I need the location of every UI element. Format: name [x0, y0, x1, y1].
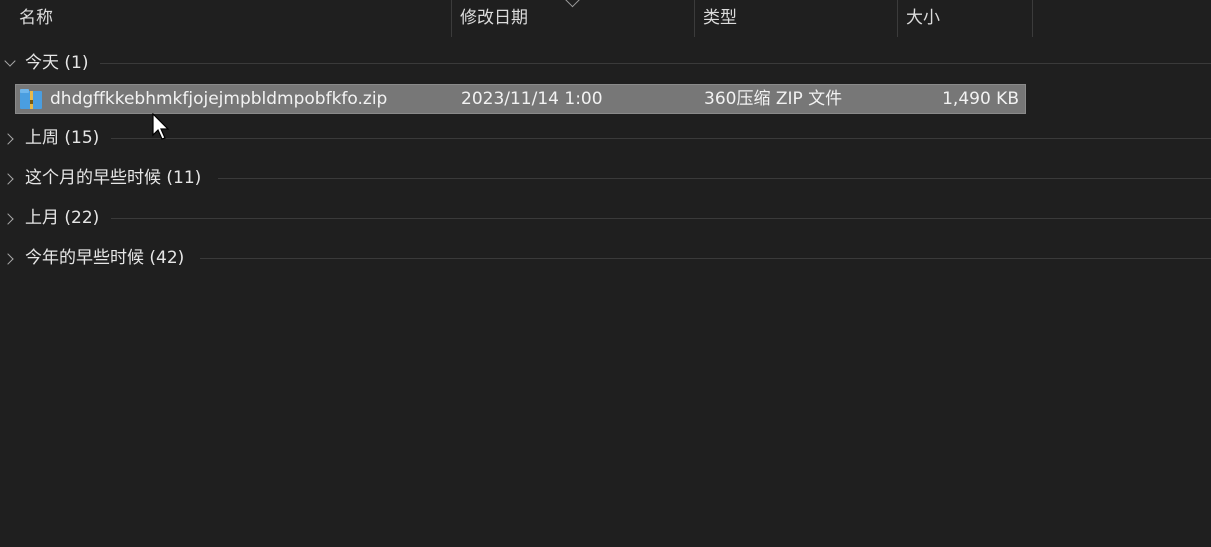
chevron-right-icon[interactable]	[2, 173, 14, 185]
group-label: 这个月的早些时候 (11)	[25, 168, 202, 188]
chevron-right-icon[interactable]	[2, 213, 14, 225]
chevron-down-icon[interactable]	[4, 55, 16, 67]
file-row[interactable]: dhdgffkkebhmkfjojejmpbldmpobfkfo.zip 202…	[15, 84, 1026, 114]
group-divider	[100, 63, 1211, 64]
group-divider	[200, 258, 1211, 259]
group-label: 上周 (15)	[25, 128, 100, 148]
group-header-earlier-this-month[interactable]: 这个月的早些时候 (11)	[0, 166, 1211, 196]
group-label: 今年的早些时候 (42)	[25, 248, 185, 268]
group-header-last-month[interactable]: 上月 (22)	[0, 206, 1211, 236]
file-name: dhdgffkkebhmkfjojejmpbldmpobfkfo.zip	[50, 89, 388, 109]
column-header-size[interactable]: 大小	[898, 0, 1032, 37]
file-type: 360压缩 ZIP 文件	[704, 89, 843, 109]
column-header-type[interactable]: 类型	[695, 0, 897, 37]
column-header-name[interactable]: 名称	[11, 0, 451, 37]
group-divider	[111, 218, 1211, 219]
file-size: 1,490 KB	[942, 89, 1019, 109]
group-divider	[111, 138, 1211, 139]
mouse-pointer-icon	[152, 113, 170, 140]
chevron-right-icon[interactable]	[2, 133, 14, 145]
file-date-modified: 2023/11/14 1:00	[461, 89, 603, 109]
group-divider	[218, 178, 1211, 179]
group-header-last-week[interactable]: 上周 (15)	[0, 126, 1211, 156]
file-explorer-details-view: 名称 修改日期 类型 大小 今天 (1) dhdgffkkebhmkfjojej…	[0, 0, 1211, 547]
column-resize-handle-size[interactable]	[1032, 0, 1033, 37]
group-label: 今天 (1)	[25, 53, 89, 73]
group-header-today[interactable]: 今天 (1)	[0, 51, 1211, 81]
zip-archive-icon	[20, 89, 42, 109]
chevron-right-icon[interactable]	[2, 253, 14, 265]
column-header-bar: 名称 修改日期 类型 大小	[0, 0, 1211, 37]
column-header-date-modified[interactable]: 修改日期	[452, 0, 694, 37]
group-header-earlier-this-year[interactable]: 今年的早些时候 (42)	[0, 246, 1211, 276]
group-label: 上月 (22)	[25, 208, 100, 228]
